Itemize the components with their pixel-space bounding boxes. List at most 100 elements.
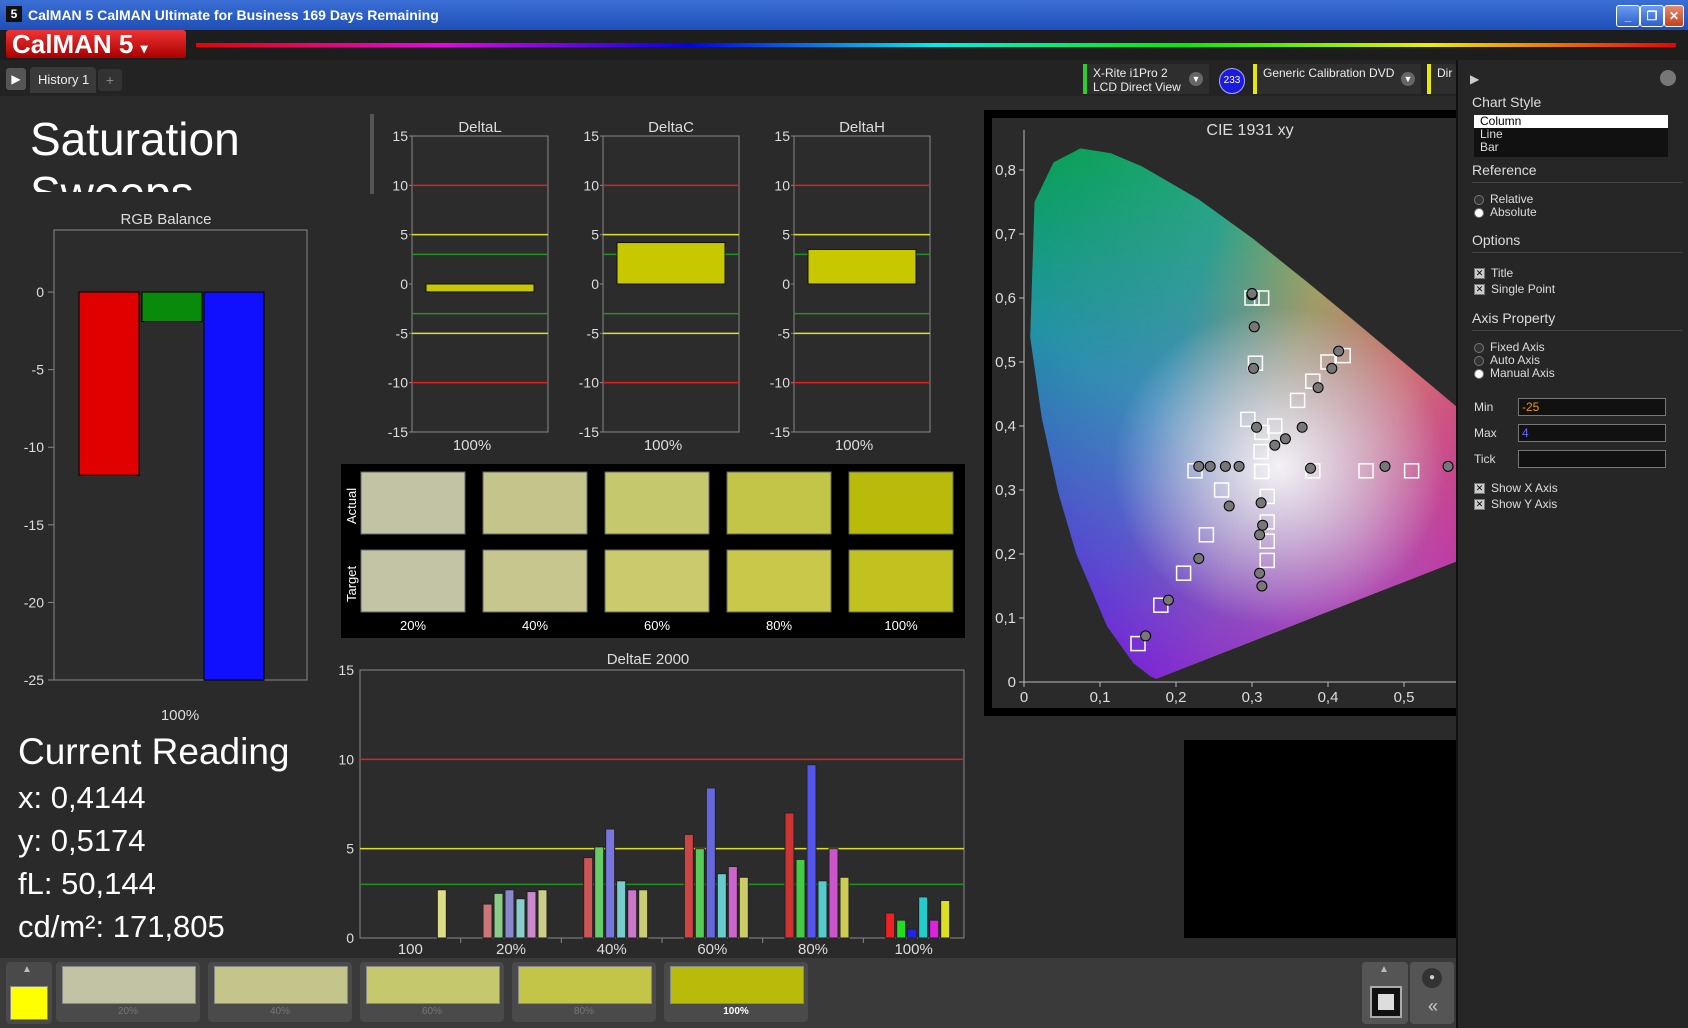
deltae-bar <box>885 912 896 939</box>
target-swatch <box>848 549 954 613</box>
bottom-swatch-20pct[interactable]: 20% <box>56 962 200 1022</box>
logo-text: CalMAN 5 <box>12 29 134 59</box>
cie-y-tick-label: 0,6 <box>995 290 1016 307</box>
checkbox-single-point[interactable]: ✕ Single Point <box>1474 282 1555 296</box>
close-button[interactable]: ✕ <box>1664 5 1684 27</box>
deltae-bar <box>605 828 616 939</box>
deltae-bar <box>627 889 638 939</box>
deltae-chart: DeltaE 2000 15 10 5 0 100 20% 40% 60% 80% 100% <box>338 651 965 958</box>
bottom-swatch-60pct[interactable]: 60% <box>360 962 504 1022</box>
chevron-up-icon[interactable]: ▲ <box>22 964 32 975</box>
tab-history-1[interactable]: History 1 <box>30 67 96 93</box>
tick-input[interactable] <box>1518 450 1666 468</box>
minimize-button[interactable]: _ <box>1616 5 1640 27</box>
axis-property-heading: Axis Property <box>1472 310 1556 326</box>
expand-icon[interactable]: ▶ <box>1470 72 1479 86</box>
checkbox-single-point-label: Single Point <box>1491 282 1556 296</box>
deltae-bar <box>583 857 594 939</box>
cie-y-tick-label: 0,3 <box>995 482 1016 499</box>
radio-relative[interactable]: Relative <box>1474 192 1533 206</box>
delta-tick-label: 15 <box>392 128 408 144</box>
deltae-bar <box>784 812 795 939</box>
reading-cdm2: cd/m²: 171,805 <box>18 909 225 944</box>
tick-label: Tick <box>1474 452 1496 466</box>
bottom-swatch-label: 100% <box>723 1006 749 1017</box>
stop-panel: ▲ <box>1362 962 1408 1024</box>
deltae-bar <box>515 898 526 939</box>
deltae-bar <box>727 866 738 939</box>
cie-x-tick-label: 0,2 <box>1166 689 1187 706</box>
display-selector[interactable]: Dir <box>1427 64 1456 94</box>
deltae-bar <box>907 928 918 939</box>
delta-tick-label: -5 <box>778 325 791 341</box>
cie-x-tick-label: 0,1 <box>1090 689 1111 706</box>
chevron-up-icon[interactable]: ▲ <box>1379 964 1389 975</box>
row-label-actual: Actual <box>344 488 359 524</box>
checkbox-show-x-axis[interactable]: ✕ Show X Axis <box>1474 481 1558 495</box>
checkbox-show-y-axis[interactable]: ✕ Show Y Axis <box>1474 497 1557 511</box>
deltae-bar <box>638 889 649 939</box>
actual-swatch <box>604 471 710 535</box>
deltae-bar <box>940 899 951 939</box>
radio-relative-label: Relative <box>1490 192 1534 206</box>
bottom-swatch-40pct[interactable]: 40% <box>208 962 352 1022</box>
cie-y-tick-label: 0,8 <box>995 162 1016 179</box>
pin-icon[interactable] <box>1660 70 1676 86</box>
deltae-bar <box>705 787 716 939</box>
chart-style-line[interactable]: Line <box>1474 128 1668 141</box>
chevron-down-icon: ▾ <box>140 40 148 56</box>
meter-badge[interactable]: 233 <box>1219 68 1245 94</box>
deltae-tick-label: 10 <box>338 751 354 767</box>
record-icon[interactable]: ● <box>1422 968 1442 988</box>
meter-selector[interactable]: X-Rite i1Pro 2 LCD Direct View ▼ <box>1083 64 1209 94</box>
deltae-bar <box>795 858 806 939</box>
min-label: Min <box>1474 400 1494 414</box>
rgb-tick-label: -5 <box>32 362 45 378</box>
collapse-left-icon[interactable]: « <box>1422 996 1444 1018</box>
delta-tick-label: -5 <box>587 325 600 341</box>
swatch-label: 100% <box>884 618 918 633</box>
radio-auto-axis[interactable]: Auto Axis <box>1474 353 1540 367</box>
rgb-tick-label: -10 <box>24 439 44 455</box>
checkbox-title[interactable]: ✕ Title <box>1474 266 1513 280</box>
maximize-button[interactable]: ❐ <box>1640 5 1664 27</box>
chart-style-column[interactable]: Column <box>1474 115 1668 128</box>
current-color-swatch <box>10 986 48 1020</box>
deltae-bar <box>594 846 605 939</box>
show-x-axis-label: Show X Axis <box>1491 481 1558 495</box>
target-swatch <box>604 549 710 613</box>
cie-measured-point <box>1233 460 1245 472</box>
cie-x-tick-label: 0,5 <box>1394 689 1415 706</box>
divider <box>1472 330 1682 331</box>
bottom-swatch-100pct[interactable]: 100% <box>664 962 808 1022</box>
radio-absolute[interactable]: Absolute <box>1474 205 1537 219</box>
chevron-down-icon: ▼ <box>1189 72 1203 86</box>
source-selector[interactable]: Generic Calibration DVD ▼ <box>1253 64 1421 94</box>
radio-manual-axis[interactable]: Manual Axis <box>1474 366 1555 380</box>
rgb-bar-red <box>78 291 140 476</box>
play-icon[interactable]: ▶ <box>6 68 26 90</box>
radio-fixed-axis[interactable]: Fixed Axis <box>1474 340 1545 354</box>
calman-logo-button[interactable]: CalMAN 5 ▾ <box>6 30 186 58</box>
display-name: Dir <box>1437 66 1453 80</box>
reference-heading: Reference <box>1472 162 1537 178</box>
delta-tick-label: 5 <box>782 227 790 243</box>
rgb-bar-green <box>141 291 203 323</box>
delta-tick-label: -15 <box>579 424 599 440</box>
add-tab-button[interactable]: + <box>98 69 122 91</box>
bottom-swatch-80pct[interactable]: 80% <box>512 962 656 1022</box>
stop-button[interactable] <box>1370 986 1402 1018</box>
delta-tick-label: 10 <box>583 177 599 193</box>
min-input[interactable] <box>1518 398 1666 416</box>
rgb-tick-label: -15 <box>24 517 44 533</box>
actual-swatch <box>482 471 588 535</box>
chart-style-bar[interactable]: Bar <box>1474 141 1668 154</box>
delta-chart-title: DeltaL <box>458 119 501 136</box>
app-icon: 5 <box>6 6 22 22</box>
cie-measured-point <box>1219 460 1231 472</box>
scroll-handle[interactable] <box>370 114 374 194</box>
cie-measured-point <box>1333 345 1345 357</box>
max-input[interactable] <box>1518 424 1666 442</box>
chart-style-list[interactable]: Column Line Bar <box>1474 115 1668 157</box>
delta-xlabel: 100% <box>644 437 682 454</box>
